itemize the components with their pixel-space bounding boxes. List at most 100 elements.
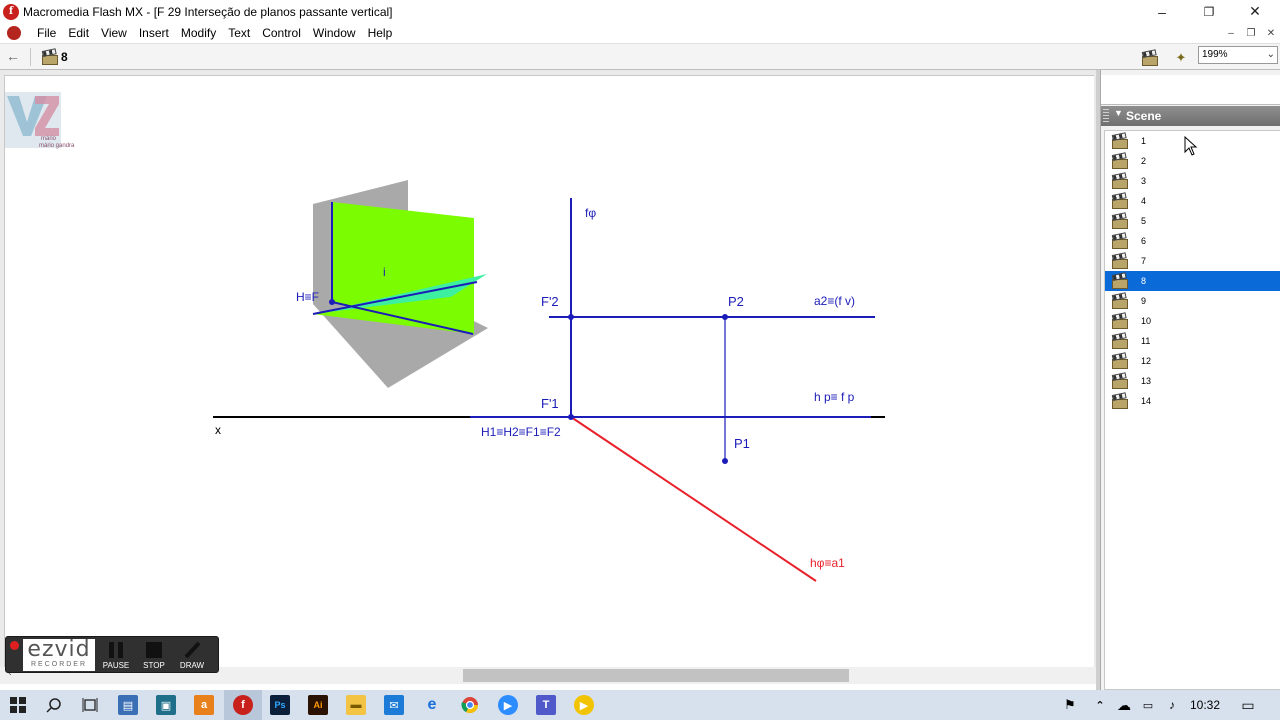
menu-bar: File Edit View Insert Modify Text Contro… <box>0 23 1280 43</box>
photoshop-icon[interactable]: Ps <box>270 695 290 715</box>
zoom-select[interactable]: 199% ⌄ <box>1198 46 1278 64</box>
label-h1-chain: H1≡H2≡F1≡F2 <box>481 425 561 439</box>
scene-icon <box>1112 135 1128 149</box>
current-scene-label: 8 <box>61 50 68 64</box>
battery-icon[interactable]: ▭ <box>1138 695 1158 715</box>
point-f2 <box>568 314 574 320</box>
svg-text:mário gandra: mário gandra <box>39 143 75 149</box>
clock[interactable]: 10:32 <box>1190 698 1220 712</box>
scene-row[interactable]: 7 <box>1105 251 1280 271</box>
minimize-button[interactable]: – <box>1139 0 1185 23</box>
scene-icon <box>1112 255 1128 269</box>
stop-button[interactable]: STOP <box>136 639 172 671</box>
scene-label: 14 <box>1141 396 1152 406</box>
recording-dot-icon <box>10 641 19 650</box>
menu-insert[interactable]: Insert <box>133 23 175 43</box>
separator <box>30 48 31 66</box>
teams-icon[interactable]: T <box>536 695 556 715</box>
scene-row[interactable]: 10 <box>1105 311 1280 331</box>
label-p2: P2 <box>728 294 744 309</box>
label-h-eq-f: H≡F <box>296 290 319 304</box>
point-p1 <box>722 458 728 464</box>
close-button[interactable]: ✕ <box>1232 0 1278 23</box>
menu-help[interactable]: Help <box>362 23 399 43</box>
svg-text:mário: mário <box>41 136 57 142</box>
draw-button[interactable]: DRAW <box>174 639 210 671</box>
scene-label: 6 <box>1141 236 1147 246</box>
scene-panel-header[interactable]: ▼ Scene <box>1101 106 1280 126</box>
menu-view[interactable]: View <box>95 23 133 43</box>
menu-window[interactable]: Window <box>307 23 362 43</box>
people-icon[interactable]: ⚑ <box>1060 695 1080 715</box>
h-phi-line <box>570 416 817 582</box>
zoom-value: 199% <box>1202 49 1228 60</box>
scene-row[interactable]: 12 <box>1105 351 1280 371</box>
flash-app-icon[interactable]: f <box>3 3 19 20</box>
scene-row[interactable]: 6 <box>1105 231 1280 251</box>
label-f1: F'1 <box>541 396 559 411</box>
scene-row[interactable]: 8 <box>1105 271 1280 291</box>
collapse-triangle-icon[interactable]: ▼ <box>1114 108 1123 118</box>
scene-icon <box>1112 175 1128 189</box>
task-view-icon[interactable] <box>80 695 100 715</box>
edit-scene-button[interactable] <box>1142 49 1164 67</box>
menu-control[interactable]: Control <box>256 23 307 43</box>
scene-icon <box>1112 355 1128 369</box>
scene-icon <box>1112 295 1128 309</box>
office-icon[interactable]: a <box>194 695 214 715</box>
menu-edit[interactable]: Edit <box>62 23 95 43</box>
mail-icon[interactable]: ✉ <box>384 695 404 715</box>
onedrive-icon[interactable]: ☁ <box>1114 695 1134 715</box>
media-player-icon[interactable]: ▶ <box>574 695 594 715</box>
scene-label: 5 <box>1141 216 1147 226</box>
scene-label: 10 <box>1141 316 1152 326</box>
store-icon[interactable]: ▤ <box>118 695 138 715</box>
taskbar: ▤ ▣ a f Ps Ai ▬ ✉ e ▶ T ▶ ⚑ ⌃ ☁ ▭ ♪ 10:3… <box>0 690 1280 720</box>
scrollbar-thumb[interactable] <box>463 669 849 682</box>
scene-icon <box>1112 235 1128 249</box>
scene-row[interactable]: 5 <box>1105 211 1280 231</box>
edge-icon[interactable]: e <box>422 695 442 715</box>
label-f-phi: fφ <box>585 206 596 220</box>
pause-button[interactable]: PAUSE <box>98 639 134 671</box>
planes-3d-figure <box>312 180 488 388</box>
notifications-icon[interactable]: ▭ <box>1238 695 1258 715</box>
scene-row[interactable]: 4 <box>1105 191 1280 211</box>
file-explorer-icon[interactable]: ▬ <box>346 695 366 715</box>
symbol-icon: ✦ <box>1175 50 1187 65</box>
stage[interactable]: mário mário gandra i H≡F fφ F'2 P2 a2≡(f… <box>4 75 1094 667</box>
edit-symbols-button[interactable]: ✦ <box>1170 49 1192 67</box>
doc-minimize-button[interactable]: – <box>1222 25 1240 41</box>
scene-row[interactable]: 14 <box>1105 391 1280 411</box>
point-p2 <box>722 314 728 320</box>
doc-restore-button[interactable]: ❐ <box>1242 25 1260 41</box>
scene-row[interactable]: 11 <box>1105 331 1280 351</box>
document-icon[interactable] <box>7 26 21 40</box>
menu-modify[interactable]: Modify <box>175 23 222 43</box>
photos-icon[interactable]: ▣ <box>156 695 176 715</box>
scene-row[interactable]: 9 <box>1105 291 1280 311</box>
flash-taskbar-icon[interactable]: f <box>233 695 253 715</box>
label-x: x <box>215 423 221 437</box>
scene-row[interactable]: 13 <box>1105 371 1280 391</box>
menu-text[interactable]: Text <box>222 23 256 43</box>
search-icon[interactable] <box>44 695 64 715</box>
back-arrow-icon[interactable]: ← <box>6 48 20 64</box>
label-a2: a2≡(f v) <box>814 294 855 308</box>
volume-icon[interactable]: ♪ <box>1162 695 1182 715</box>
windows-start-icon[interactable] <box>8 695 28 715</box>
pen-icon <box>184 641 201 659</box>
menu-file[interactable]: File <box>31 23 62 43</box>
mouse-cursor-icon <box>1184 136 1198 156</box>
stage-area: mário mário gandra i H≡F fφ F'2 P2 a2≡(f… <box>0 70 1098 684</box>
doc-close-button[interactable]: ✕ <box>1262 25 1280 41</box>
grip-icon[interactable] <box>1103 109 1109 123</box>
illustrator-icon[interactable]: Ai <box>308 695 328 715</box>
scene-row[interactable]: 3 <box>1105 171 1280 191</box>
chrome-icon[interactable] <box>460 695 480 715</box>
zoom-app-icon[interactable]: ▶ <box>498 695 518 715</box>
restore-button[interactable]: ❐ <box>1186 0 1232 23</box>
scene-label: 11 <box>1141 336 1151 346</box>
chevron-up-icon[interactable]: ⌃ <box>1090 695 1110 715</box>
stop-label: STOP <box>143 661 165 670</box>
